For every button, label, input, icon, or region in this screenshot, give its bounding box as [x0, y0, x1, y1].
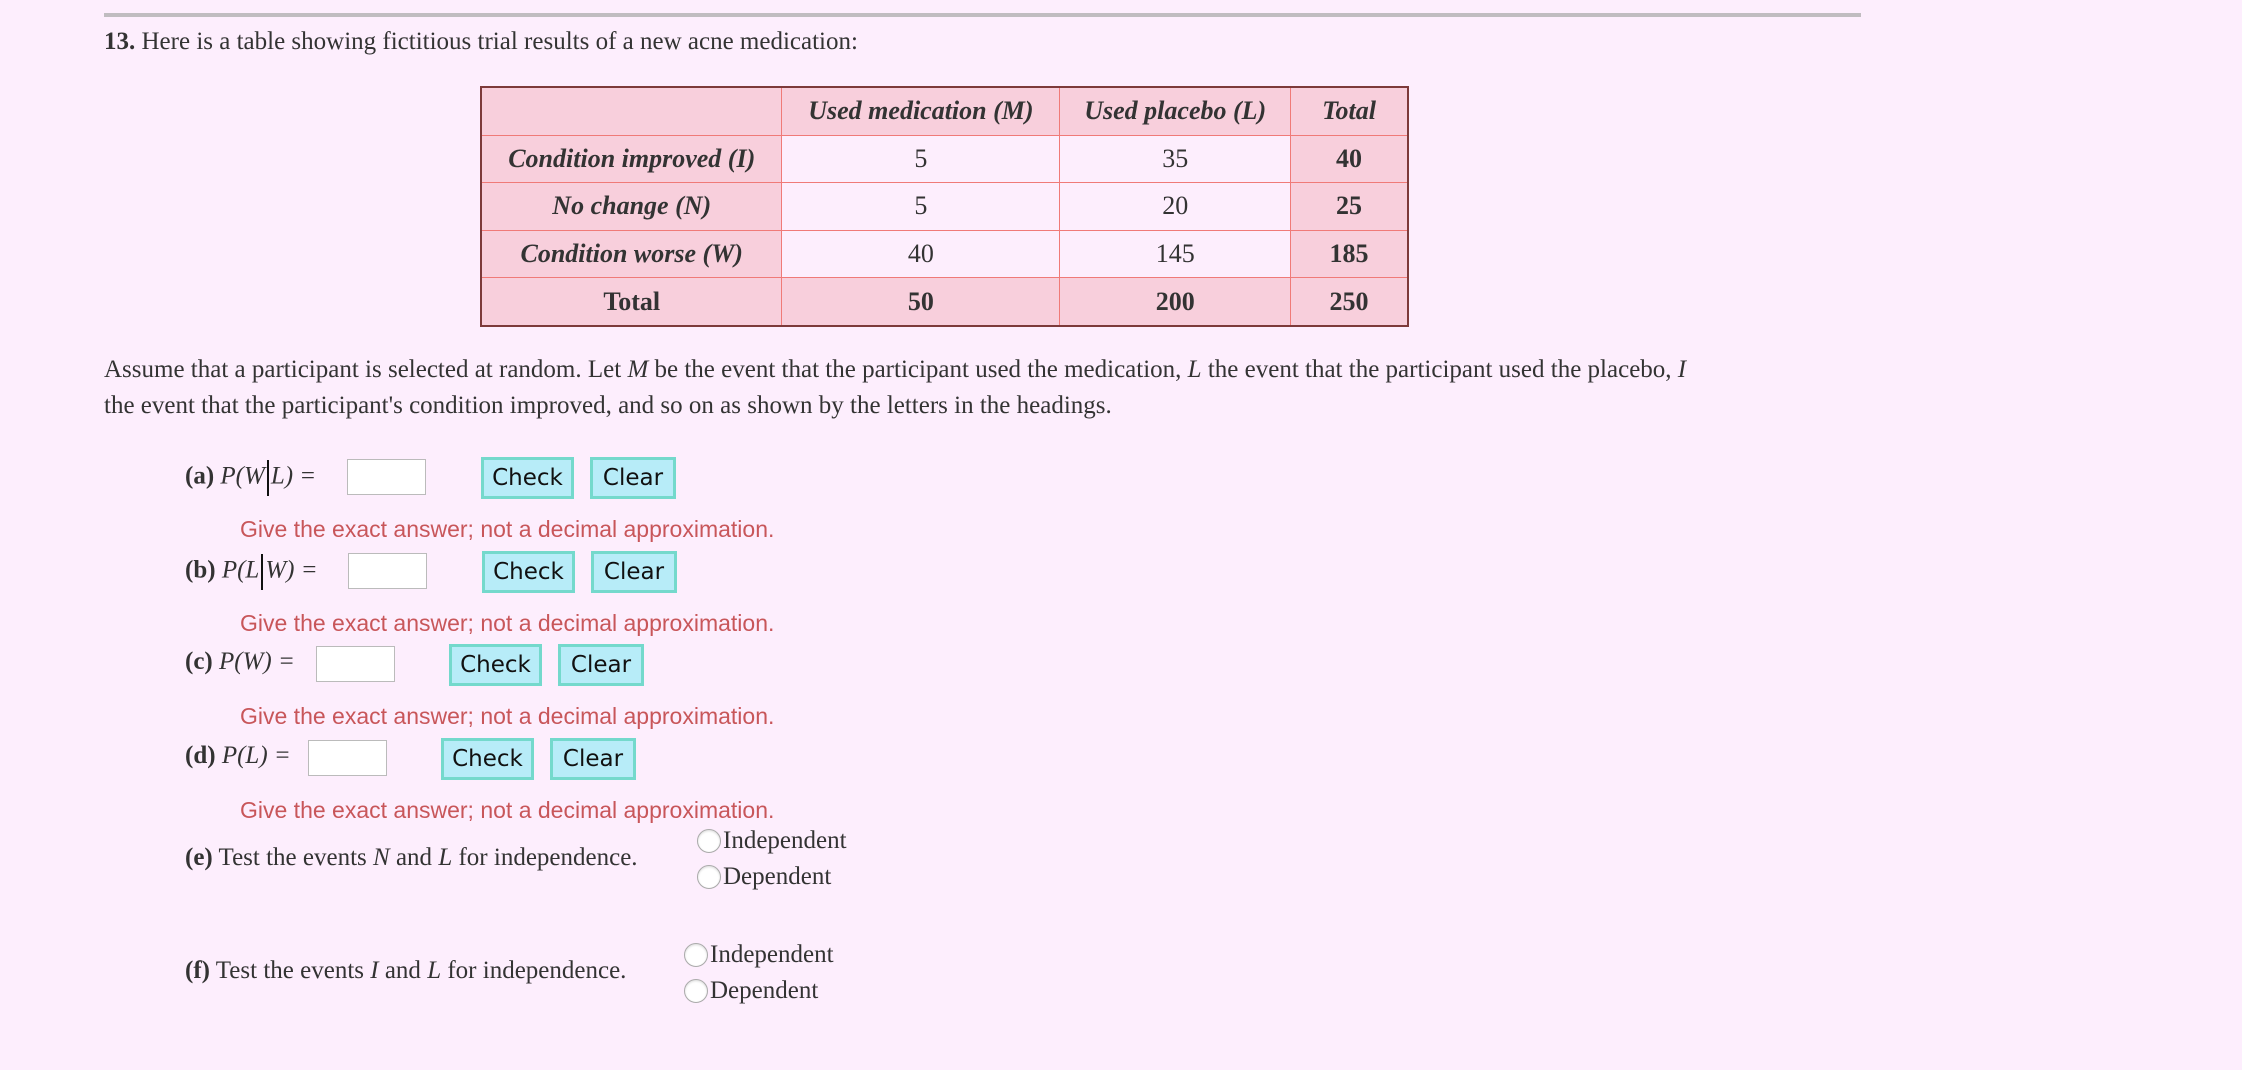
header-total: Total: [1290, 86, 1409, 136]
expr: P(L: [221, 556, 260, 584]
table-cell: 5: [781, 134, 1061, 184]
part-e-dependent-radio[interactable]: Dependent: [697, 863, 831, 891]
part-c-label: (c) P(W) =: [185, 648, 295, 676]
expr: P(W) =: [219, 648, 295, 675]
text: for independence.: [452, 844, 638, 871]
label: (f): [185, 957, 210, 984]
row-total: 185: [1290, 229, 1409, 279]
expr: P(W: [220, 462, 265, 490]
text: for independence.: [441, 957, 627, 984]
var-i: I: [1677, 356, 1687, 383]
question-text: Here is a table showing fictitious trial…: [135, 28, 858, 55]
part-a-answer-input[interactable]: [347, 459, 426, 495]
var: L: [427, 957, 442, 984]
radio-circle-icon[interactable]: [697, 865, 721, 889]
table-header-row: Used medication (M) Used placebo (L) Tot…: [480, 86, 1409, 136]
table-row: No change (N) 5 20 25: [480, 182, 1409, 231]
part-a-check-button[interactable]: Check: [481, 457, 574, 499]
label: (a): [185, 462, 215, 490]
row-total: 40: [1290, 134, 1409, 184]
results-table: Used medication (M) Used placebo (L) Tot…: [480, 86, 1409, 327]
text: Test the events: [209, 957, 371, 984]
part-a-clear-button[interactable]: Clear: [590, 457, 676, 499]
table-cell: 145: [1059, 229, 1292, 279]
total-cell: 200: [1059, 277, 1292, 327]
table-row: Condition improved (I) 5 35 40: [480, 134, 1409, 184]
expr: L) =: [270, 462, 317, 490]
total-cell: 50: [781, 277, 1061, 327]
text: Assume that a participant is selected at…: [104, 356, 628, 383]
option-label: Independent: [710, 941, 834, 968]
radio-circle-icon[interactable]: [684, 943, 708, 967]
top-divider: [104, 13, 1861, 17]
expr: W) =: [265, 556, 318, 584]
part-d-clear-button[interactable]: Clear: [550, 738, 636, 780]
label: (c): [185, 648, 213, 675]
var: L: [438, 844, 453, 871]
part-c-clear-button[interactable]: Clear: [558, 644, 644, 686]
header-medication: Used medication (M): [781, 86, 1061, 136]
text: Test the events: [212, 844, 374, 871]
part-c-check-button[interactable]: Check: [449, 644, 542, 686]
radio-circle-icon[interactable]: [697, 829, 721, 853]
part-a-label: (a) P(W L) =: [185, 460, 316, 496]
label: (d): [185, 742, 216, 769]
text: and: [378, 957, 428, 984]
part-d-check-button[interactable]: Check: [441, 738, 534, 780]
text: the event that the participant's conditi…: [104, 392, 1112, 419]
total-label: Total: [480, 277, 783, 327]
part-b-answer-input[interactable]: [348, 553, 427, 589]
part-b-label: (b) P(L W) =: [185, 554, 318, 590]
part-e-independent-radio[interactable]: Independent: [697, 827, 847, 855]
part-d-hint: Give the exact answer; not a decimal app…: [240, 797, 775, 823]
text: be the event that the participant used t…: [648, 356, 1188, 383]
header-blank: [480, 86, 783, 136]
part-f-dependent-radio[interactable]: Dependent: [684, 977, 818, 1005]
part-c-hint: Give the exact answer; not a decimal app…: [240, 703, 775, 729]
var: N: [373, 844, 390, 871]
var: I: [370, 957, 379, 984]
part-d-label: (d) P(L) =: [185, 742, 291, 770]
part-f-independent-radio[interactable]: Independent: [684, 941, 834, 969]
part-f-prompt: (f) Test the events I and L for independ…: [185, 957, 626, 985]
part-b-hint: Give the exact answer; not a decimal app…: [240, 610, 775, 636]
given-bar: [266, 460, 269, 496]
header-placebo: Used placebo (L): [1059, 86, 1292, 136]
radio-circle-icon[interactable]: [684, 979, 708, 1003]
var-l: L: [1187, 356, 1202, 383]
part-e-prompt: (e) Test the events N and L for independ…: [185, 844, 638, 872]
total-cell: 250: [1290, 277, 1409, 327]
row-label: Condition improved (I): [480, 134, 783, 184]
table-row: Condition worse (W) 40 145 185: [480, 229, 1409, 279]
question-intro: 13. Here is a table showing fictitious t…: [104, 28, 858, 56]
expr: P(L) =: [221, 742, 291, 769]
row-label: No change (N): [480, 182, 783, 231]
table-cell: 20: [1059, 182, 1292, 231]
table-cell: 5: [781, 182, 1061, 231]
part-b-check-button[interactable]: Check: [482, 551, 575, 593]
option-label: Dependent: [710, 977, 819, 1004]
table-cell: 40: [781, 229, 1061, 279]
part-b-clear-button[interactable]: Clear: [591, 551, 677, 593]
text: the event that the participant used the …: [1201, 356, 1678, 383]
label: (e): [185, 844, 213, 871]
text: and: [389, 844, 439, 871]
row-label: Condition worse (W): [480, 229, 783, 279]
var-m: M: [627, 356, 649, 383]
row-total: 25: [1290, 182, 1409, 231]
label: (b): [185, 556, 216, 584]
table-cell: 35: [1059, 134, 1292, 184]
option-label: Dependent: [723, 863, 832, 890]
question-number: 13.: [104, 28, 136, 55]
given-bar: [261, 554, 264, 590]
option-label: Independent: [723, 827, 847, 854]
part-d-answer-input[interactable]: [308, 740, 387, 776]
part-a-hint: Give the exact answer; not a decimal app…: [240, 516, 775, 542]
table-total-row: Total 50 200 250: [480, 277, 1409, 327]
part-c-answer-input[interactable]: [316, 646, 395, 682]
instructions-paragraph: Assume that a participant is selected at…: [104, 352, 1704, 424]
